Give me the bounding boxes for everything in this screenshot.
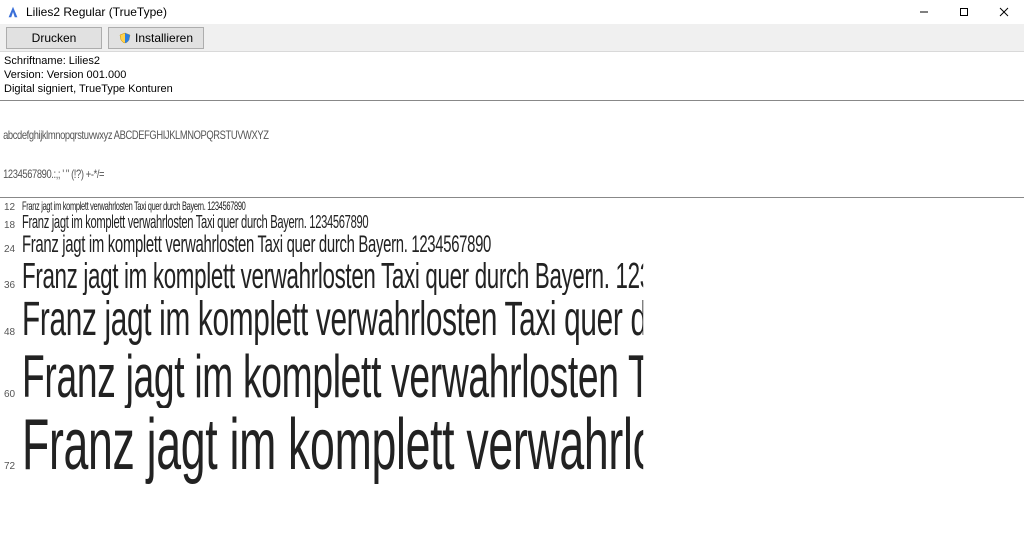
glyph-row-digits: 1234567890.:,; ' " (!?) +-*/= (3, 168, 795, 181)
sample-text: Franz jagt im komplett verwahrlosten Tax… (22, 257, 643, 295)
window-controls (904, 0, 1024, 24)
sample-row: 18Franz jagt im komplett verwahrlosten T… (0, 213, 1024, 232)
sample-text: Franz jagt im komplett verwahrlosten Tax… (22, 408, 643, 484)
font-signature-line: Digital signiert, TrueType Konturen (4, 82, 1020, 96)
titlebar: Lilies2 Regular (TrueType) (0, 0, 1024, 24)
sample-row: 36Franz jagt im komplett verwahrlosten T… (0, 257, 1024, 295)
sample-size-label: 60 (4, 387, 22, 400)
window-title: Lilies2 Regular (TrueType) (26, 5, 167, 19)
maximize-button[interactable] (944, 0, 984, 24)
sample-row: 24Franz jagt im komplett verwahrlosten T… (0, 232, 1024, 257)
close-button[interactable] (984, 0, 1024, 24)
minimize-button[interactable] (904, 0, 944, 24)
sample-size-label: 24 (4, 242, 22, 255)
sample-row: 72Franz jagt im komplett verwahrlosten T… (0, 408, 1024, 484)
sample-text: Franz jagt im komplett verwahrlosten Tax… (22, 345, 643, 408)
toolbar: Drucken Installieren (0, 24, 1024, 52)
sample-row: 12Franz jagt im komplett verwahrlosten T… (0, 200, 1024, 213)
font-name-line: Schriftname: Lilies2 (4, 54, 1020, 68)
font-file-icon (6, 5, 20, 19)
shield-icon (119, 32, 131, 44)
sample-row: 60Franz jagt im komplett verwahrlosten T… (0, 345, 1024, 408)
sample-text: Franz jagt im komplett verwahrlosten Tax… (22, 295, 643, 345)
print-button-label: Drucken (32, 31, 77, 45)
sample-row: 48Franz jagt im komplett verwahrlosten T… (0, 295, 1024, 345)
sample-size-label: 72 (4, 459, 22, 472)
sample-text: Franz jagt im komplett verwahrlosten Tax… (22, 213, 368, 232)
glyph-preview: abcdefghijklmnopqrstuvwxyz ABCDEFGHIJKLM… (0, 101, 799, 197)
sample-size-label: 36 (4, 278, 22, 291)
glyph-row-alpha: abcdefghijklmnopqrstuvwxyz ABCDEFGHIJKLM… (3, 129, 795, 142)
sample-size-label: 18 (4, 218, 22, 231)
sample-text: Franz jagt im komplett verwahrlosten Tax… (22, 200, 246, 213)
font-version-line: Version: Version 001.000 (4, 68, 1020, 82)
sample-list: 12Franz jagt im komplett verwahrlosten T… (0, 198, 1024, 484)
print-button[interactable]: Drucken (6, 27, 102, 49)
sample-size-label: 48 (4, 325, 22, 338)
sample-size-label: 12 (4, 200, 22, 213)
install-button-label: Installieren (135, 31, 193, 45)
sample-text: Franz jagt im komplett verwahrlosten Tax… (22, 232, 491, 257)
font-metadata: Schriftname: Lilies2 Version: Version 00… (0, 52, 1024, 100)
install-button[interactable]: Installieren (108, 27, 204, 49)
